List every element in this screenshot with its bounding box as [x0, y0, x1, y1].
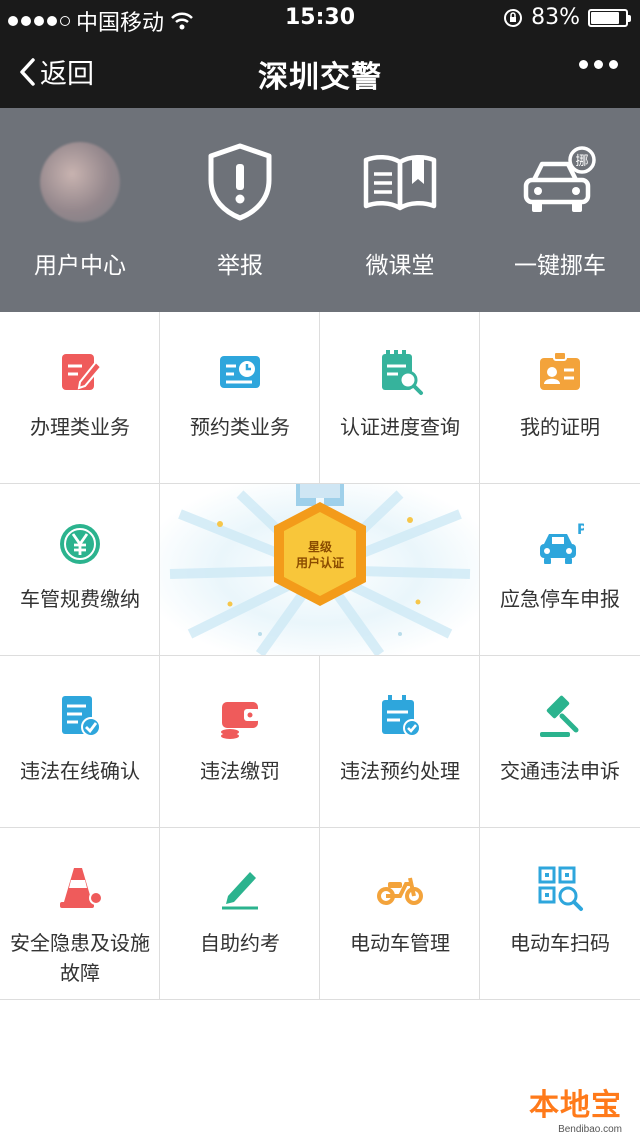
gavel-icon	[540, 695, 579, 737]
rotation-lock-icon	[504, 8, 523, 27]
grid-item-label: 违法缴罚	[200, 759, 280, 783]
grid-item-label: 认证进度查询	[340, 415, 460, 439]
banner-line1: 星级	[307, 540, 332, 554]
grid-item-ebike-management[interactable]: 电动车管理	[320, 828, 480, 1000]
grid-item-my-certificate[interactable]: 我的证明	[480, 312, 640, 484]
grid-item-violation-appointment[interactable]: 违法预约处理	[320, 656, 480, 828]
grid-item-label: 违法在线确认	[20, 759, 140, 783]
grid-item-vehicle-fee[interactable]: 车管规费缴纳	[0, 484, 160, 656]
micro-class-button[interactable]: 微课堂	[320, 108, 480, 312]
star-user-auth-banner[interactable]: 星级 用户认证	[160, 484, 480, 656]
grid-item-label: 预约类业务	[190, 415, 290, 439]
micro-class-label: 微课堂	[365, 253, 435, 279]
grid-item-emergency-parking[interactable]: P 应急停车申报	[480, 484, 640, 656]
pen-icon	[222, 872, 258, 910]
grid-item-label: 电动车扫码	[510, 931, 610, 955]
battery-percent: 83%	[531, 5, 580, 30]
move-car-button[interactable]: 挪 一键挪车	[480, 108, 640, 312]
svg-text:P: P	[577, 522, 584, 538]
grid-item-label: 办理类业务	[30, 415, 130, 439]
grid-item-violation-confirm[interactable]: 违法在线确认	[0, 656, 160, 828]
grid-item-self-exam[interactable]: 自助约考	[160, 828, 320, 1000]
grid-item-label: 我的证明	[520, 415, 600, 439]
battery-icon	[588, 8, 631, 27]
grid-item-label: 交通违法申诉	[500, 759, 620, 783]
qr-scan-icon	[538, 866, 583, 911]
grid-item-label: 应急停车申报	[500, 587, 620, 611]
watermark-brand: 本地宝	[529, 1088, 622, 1123]
more-menu-button[interactable]	[579, 60, 618, 69]
wallet-icon	[221, 702, 260, 739]
grid-item-label: 车管规费缴纳	[20, 587, 140, 611]
scooter-icon	[377, 877, 423, 905]
grid-item-ebike-scan[interactable]: 电动车扫码	[480, 828, 640, 1000]
grid-item-violation-payment[interactable]: 违法缴罚	[160, 656, 320, 828]
quick-actions-panel: 用户中心 举报 微课堂 挪 一键挪车	[0, 108, 640, 312]
clock-card-icon	[220, 356, 260, 388]
grid-item-label: 安全隐患及设施故障	[10, 931, 150, 985]
grid-item-safety-hazard[interactable]: 安全隐患及设施故障	[0, 828, 160, 1000]
nav-bar: 返回 深圳交警	[0, 40, 640, 108]
more-icon	[579, 60, 588, 69]
doc-search-icon	[382, 350, 423, 395]
grid-item-handle-business[interactable]: 办理类业务	[0, 312, 160, 484]
grid-item-label: 违法预约处理	[340, 759, 460, 783]
grid-item-label: 自助约考	[200, 931, 280, 955]
watermark-logo: 本地宝 Bendibao.com	[529, 1080, 622, 1135]
avatar	[40, 142, 120, 222]
grid-item-violation-appeal[interactable]: 交通违法申诉	[480, 656, 640, 828]
car-move-icon: 挪	[523, 146, 596, 212]
svg-text:挪: 挪	[575, 154, 588, 169]
report-label: 举报	[217, 253, 263, 279]
grid-item-auth-progress[interactable]: 认证进度查询	[320, 312, 480, 484]
grid-item-appointment-business[interactable]: 预约类业务	[160, 312, 320, 484]
banner-line2: 用户认证	[295, 556, 344, 570]
traffic-cone-icon	[60, 868, 103, 908]
user-center-label: 用户中心	[34, 253, 126, 279]
id-badge-icon	[540, 351, 580, 390]
edit-doc-icon	[62, 354, 103, 390]
grid-item-label: 电动车管理	[350, 931, 450, 955]
page-title: 深圳交警	[258, 60, 382, 95]
report-button[interactable]: 举报	[160, 108, 320, 312]
book-icon	[363, 155, 437, 211]
yuan-coin-icon	[60, 524, 100, 564]
doc-check-icon	[62, 696, 101, 737]
move-car-label: 一键挪车	[514, 253, 606, 279]
status-bar: 中国移动 15:30 83%	[0, 0, 640, 40]
calendar-check-icon	[382, 695, 421, 737]
watermark-site: Bendibao.com	[558, 1124, 622, 1135]
shield-alert-icon	[208, 143, 272, 221]
car-parking-icon: P	[540, 522, 584, 564]
user-center-button[interactable]: 用户中心	[0, 108, 160, 312]
